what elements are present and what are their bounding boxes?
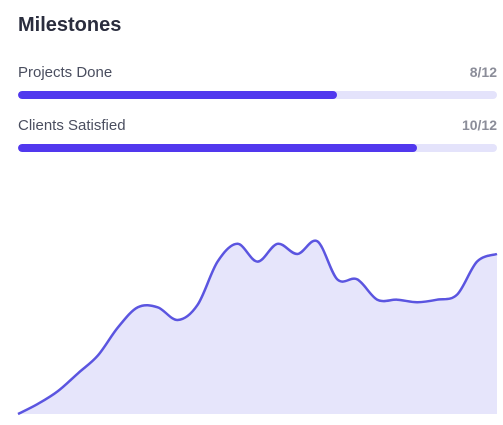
progress-fill [18,91,338,99]
progress-fill [18,144,418,152]
milestones-card: Milestones Projects Done 8/12 Clients Sa… [0,0,503,425]
chart-area-fill [18,240,497,414]
milestone-value: 10/12 [461,117,497,133]
milestone-value: 8/12 [469,64,497,80]
progress-track [18,144,497,152]
milestone-clients-satisfied: Clients Satisfied 10/12 [18,117,497,157]
area-chart [17,239,498,416]
milestone-label: Clients Satisfied [18,117,126,134]
progress-track [18,91,497,99]
milestone-projects-done: Projects Done 8/12 [18,64,497,104]
milestone-label: Projects Done [18,64,113,81]
card-title: Milestones [18,14,122,36]
